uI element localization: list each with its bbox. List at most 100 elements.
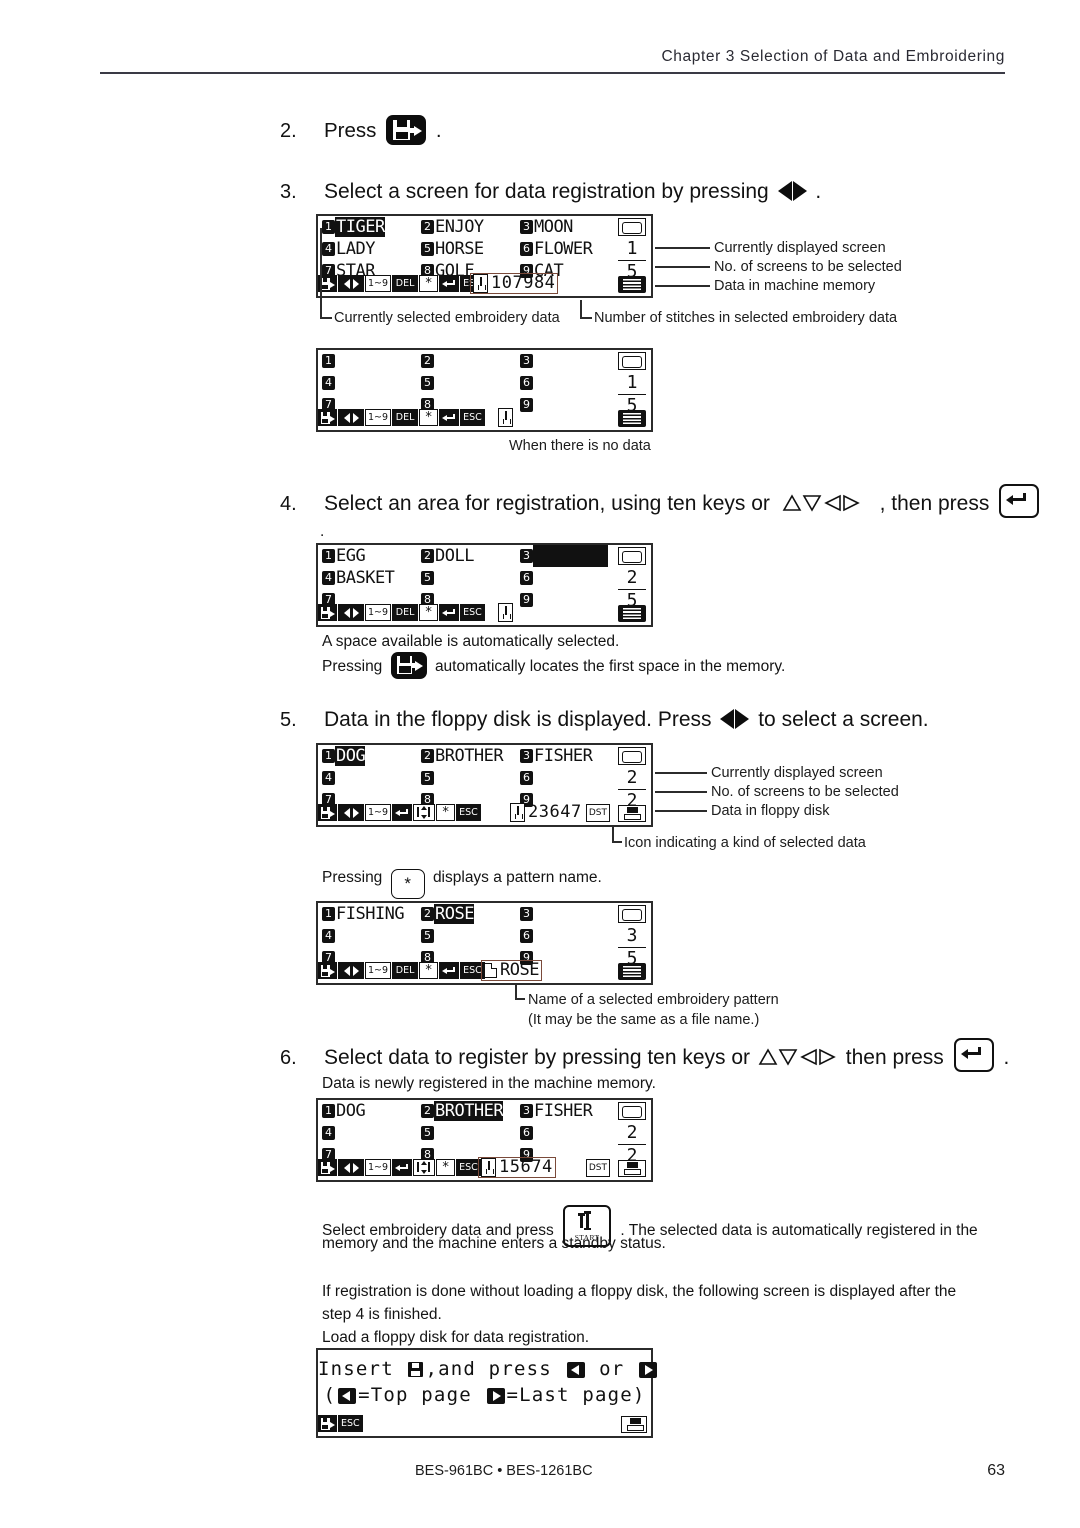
toolbar-enter-icon[interactable] bbox=[392, 804, 413, 821]
lcd-slot-3[interactable]: 3 bbox=[516, 350, 615, 372]
lcd-slot-4[interactable]: 4 BASKET bbox=[318, 567, 417, 589]
toolbar-delete-key[interactable]: DEL bbox=[392, 604, 419, 621]
enter-key-icon[interactable] bbox=[999, 484, 1040, 518]
toolbar-save-icon[interactable] bbox=[318, 604, 337, 621]
lcd-slot-6[interactable]: 6 bbox=[516, 1122, 615, 1144]
toolbar-enter-icon[interactable] bbox=[439, 275, 460, 292]
lcd-slot-4[interactable]: 4 bbox=[318, 1122, 417, 1144]
lcd-toolbar[interactable]: ESC bbox=[318, 1411, 651, 1436]
toolbar-asterisk-key[interactable]: * bbox=[419, 409, 439, 426]
lcd-slot-4[interactable]: 4 bbox=[318, 767, 417, 789]
lcd-toolbar[interactable]: 1~9DEL* ESC bbox=[318, 405, 651, 430]
toolbar-enter-icon[interactable] bbox=[439, 604, 460, 621]
lcd-slot-2[interactable]: 2 DOLL bbox=[417, 545, 516, 567]
toolbar-left-right-icon[interactable] bbox=[338, 604, 364, 621]
lcd-slot-5[interactable]: 5 HORSE bbox=[417, 238, 516, 260]
lcd-slot-6[interactable]: 6 bbox=[516, 372, 615, 394]
toolbar-save-icon[interactable] bbox=[318, 804, 337, 821]
toolbar-asterisk-key[interactable]: * bbox=[419, 962, 439, 979]
right-arrow-icon bbox=[486, 1388, 505, 1404]
toolbar-save-icon[interactable] bbox=[318, 962, 337, 979]
toolbar-enter-icon[interactable] bbox=[392, 1159, 413, 1176]
lcd-registration-area[interactable]: 1 EGG 2 DOLL 3 4 BASKET 5 6 7 8 9 2 5 1~9 DEL * ESC bbox=[316, 543, 653, 627]
lcd-toolbar[interactable]: 1~9DEL* ESC bbox=[318, 600, 651, 625]
lcd-slot-3[interactable]: 3 bbox=[516, 545, 615, 567]
toolbar-left-right-icon[interactable] bbox=[338, 1159, 364, 1176]
lcd-registered-result[interactable]: 1 DOG 2 BROTHER 3 FISHER 4 5 6 7 8 9 2 2 1~9 * ESC 15… bbox=[316, 1098, 653, 1182]
toolbar-range-key[interactable]: 1~9 bbox=[365, 962, 392, 979]
lcd-slot-6[interactable]: 6 FLOWER bbox=[516, 238, 615, 260]
toolbar-asterisk-key[interactable]: * bbox=[419, 275, 439, 292]
lcd-slot-1[interactable]: 1 EGG bbox=[318, 545, 417, 567]
lcd-slot-6[interactable]: 6 bbox=[516, 567, 615, 589]
toolbar-range-key[interactable]: 1~9 bbox=[365, 604, 392, 621]
toolbar-range-key[interactable]: 1~9 bbox=[365, 804, 392, 821]
lcd-slot-3[interactable]: 3 MOON bbox=[516, 216, 615, 238]
toolbar-save-icon[interactable] bbox=[318, 1159, 337, 1176]
toolbar-enter-icon[interactable] bbox=[439, 409, 460, 426]
toolbar-escape-key[interactable]: ESC bbox=[460, 409, 485, 426]
save-floppy-key-icon[interactable] bbox=[390, 652, 427, 679]
toolbar-escape-key[interactable]: ESC bbox=[460, 604, 485, 621]
lcd-slot-6[interactable]: 6 bbox=[516, 925, 615, 947]
lcd-slot-4[interactable]: 4 bbox=[318, 372, 417, 394]
toolbar-left-right-icon[interactable] bbox=[338, 962, 364, 979]
toolbar-escape-key[interactable]: ESC bbox=[338, 1415, 363, 1432]
four-direction-arrows-icon[interactable] bbox=[758, 1046, 838, 1068]
toolbar-range-key[interactable]: 1~9 bbox=[365, 275, 392, 292]
left-right-arrow-icon[interactable] bbox=[720, 709, 750, 737]
lcd-slot-5[interactable]: 5 bbox=[417, 567, 516, 589]
lcd-slot-4[interactable]: 4 LADY bbox=[318, 238, 417, 260]
lcd-slot-3[interactable]: 3 FISHER bbox=[516, 1100, 615, 1122]
toolbar-delete-key[interactable]: DEL bbox=[392, 962, 419, 979]
lcd-slot-5[interactable]: 5 bbox=[417, 372, 516, 394]
lcd-machine-memory-list[interactable]: 1 TIGER 2 ENJOY 3 MOON 4 LADY 5 HORSE 6 FLOWER 7 STAR… bbox=[316, 214, 653, 298]
lcd-pattern-name[interactable]: 1 FISHING 2 ROSE 3 4 5 6 7 8 9 3 5 1~9 DEL * ESC ROSE bbox=[316, 901, 653, 985]
toolbar-save-icon[interactable] bbox=[318, 409, 337, 426]
toolbar-range-key[interactable]: 1~9 bbox=[365, 409, 392, 426]
toolbar-left-right-icon[interactable] bbox=[338, 275, 364, 292]
lcd-insert-floppy-dialog[interactable]: Insert ,and press or (=Top page =Last pa… bbox=[316, 1348, 658, 1438]
lcd-slot-1[interactable]: 1 DOG bbox=[318, 1100, 417, 1122]
toolbar-asterisk-key[interactable]: * bbox=[436, 804, 456, 821]
lcd-slot-1[interactable]: 1 bbox=[318, 350, 417, 372]
left-right-arrow-icon[interactable] bbox=[777, 181, 807, 209]
toolbar-left-right-icon[interactable] bbox=[338, 409, 364, 426]
toolbar-save-icon[interactable] bbox=[318, 1415, 337, 1432]
save-floppy-key-icon[interactable] bbox=[386, 115, 427, 145]
lcd-slot-1[interactable]: 1 DOG bbox=[318, 745, 417, 767]
lcd-slot-5[interactable]: 5 bbox=[417, 925, 516, 947]
toolbar-range-key[interactable]: 1~9 bbox=[365, 1159, 392, 1176]
lcd-slot-4[interactable]: 4 bbox=[318, 925, 417, 947]
lcd-slot-5[interactable]: 5 bbox=[417, 767, 516, 789]
enter-key-icon[interactable] bbox=[953, 1038, 994, 1072]
annotation-no-data: When there is no data bbox=[509, 438, 651, 454]
lcd-slot-2[interactable]: 2 ENJOY bbox=[417, 216, 516, 238]
toolbar-enter-icon[interactable] bbox=[439, 962, 460, 979]
current-screen-number: 2 bbox=[618, 1122, 646, 1145]
toolbar-needle-updown-icon[interactable] bbox=[413, 1159, 436, 1176]
lcd-slot-1[interactable]: 1 FISHING bbox=[318, 903, 417, 925]
step-4-period: . bbox=[320, 523, 325, 540]
toolbar-delete-key[interactable]: DEL bbox=[392, 409, 419, 426]
toolbar-escape-key[interactable]: ESC bbox=[456, 804, 481, 821]
four-direction-arrows-icon[interactable] bbox=[782, 492, 868, 514]
lcd-slot-5[interactable]: 5 bbox=[417, 1122, 516, 1144]
toolbar-asterisk-key[interactable]: * bbox=[419, 604, 439, 621]
lcd-slot-2[interactable]: 2 bbox=[417, 350, 516, 372]
asterisk-key-icon[interactable]: * bbox=[390, 869, 425, 899]
toolbar-delete-key[interactable]: DEL bbox=[392, 275, 419, 292]
toolbar-needle-updown-icon[interactable] bbox=[413, 804, 436, 821]
lcd-slot-1[interactable]: 1 TIGER bbox=[318, 216, 417, 238]
toolbar-left-right-icon[interactable] bbox=[338, 804, 364, 821]
lcd-slot-3[interactable]: 3 bbox=[516, 903, 615, 925]
lcd-slot-6[interactable]: 6 bbox=[516, 767, 615, 789]
lcd-slot-2[interactable]: 2 BROTHER bbox=[417, 1100, 516, 1122]
lcd-machine-memory-empty[interactable]: 123456789 1 5 1~9 DEL * ESC bbox=[316, 348, 653, 432]
lcd-floppy-disk-list[interactable]: 1 DOG 2 BROTHER 3 FISHER 4 5 6 7 8 9 2 2 1~9 * ESC 23… bbox=[316, 743, 653, 827]
lcd-slot-2[interactable]: 2 BROTHER bbox=[417, 745, 516, 767]
lcd-slot-3[interactable]: 3 FISHER bbox=[516, 745, 615, 767]
lcd-slot-2[interactable]: 2 ROSE bbox=[417, 903, 516, 925]
annotation-pattern-name-1: Name of a selected embroidery pattern bbox=[528, 992, 779, 1008]
toolbar-asterisk-key[interactable]: * bbox=[436, 1159, 456, 1176]
